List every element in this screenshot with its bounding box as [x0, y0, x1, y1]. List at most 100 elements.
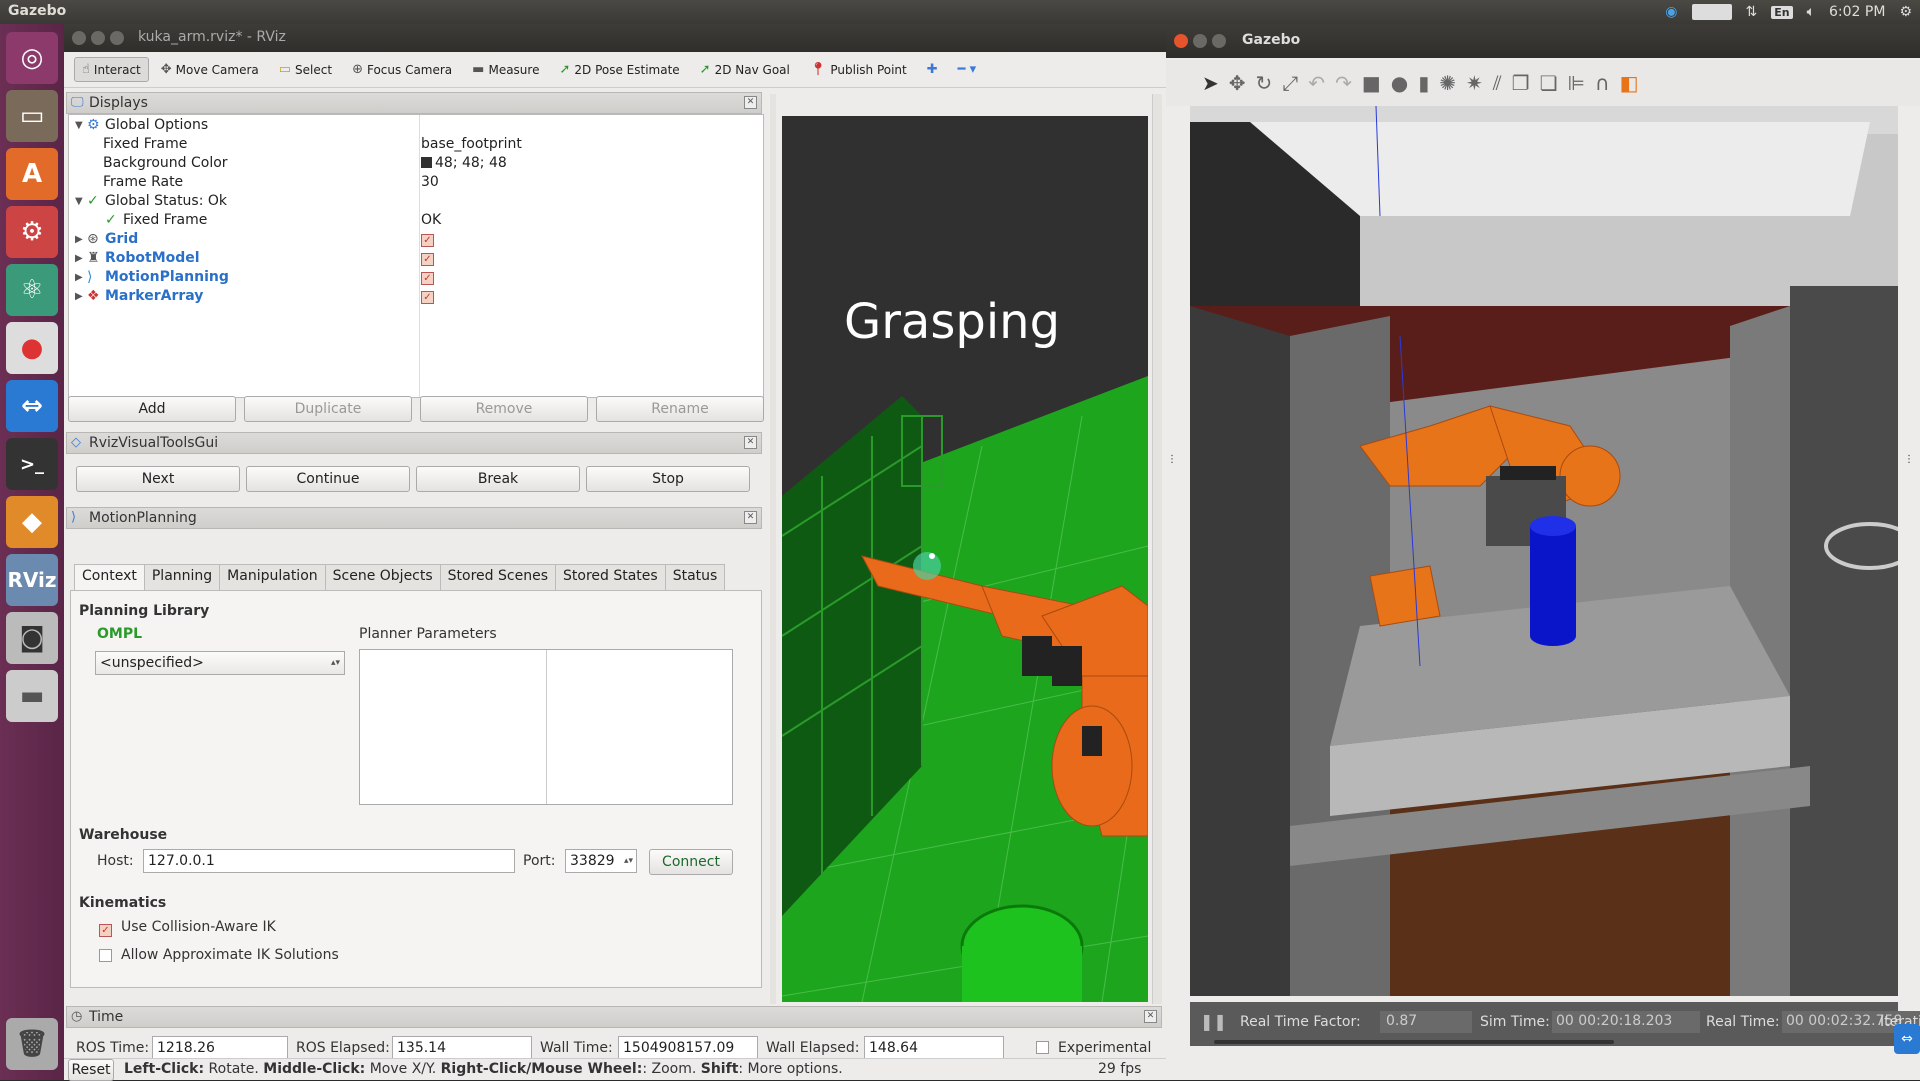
expand-arrow-icon[interactable]: ▶ — [75, 272, 83, 283]
gazebo-titlebar[interactable]: Gazebo — [1166, 24, 1920, 58]
paste-icon[interactable]: ❏ — [1540, 71, 1558, 95]
left-collapse-handle[interactable]: ⋮ — [1167, 454, 1181, 484]
next-button[interactable]: Next — [76, 466, 240, 492]
view-angle-icon[interactable]: ◧ — [1620, 71, 1639, 95]
redo-icon[interactable]: ↷ — [1335, 71, 1352, 95]
move-camera-tool[interactable]: ✥ Move Camera — [153, 57, 267, 82]
copy-icon[interactable]: ❐ — [1512, 71, 1530, 95]
pose-estimate-tool[interactable]: ➚ 2D Pose Estimate — [551, 57, 687, 82]
tab-context[interactable]: Context — [74, 564, 145, 592]
trash-icon[interactable]: 🗑︎ — [6, 1018, 58, 1070]
battery-icon[interactable] — [1691, 4, 1732, 20]
approx-ik-checkbox[interactable] — [99, 949, 112, 966]
right-collapse-handle[interactable]: ⋮ — [1904, 454, 1918, 484]
gear-icon[interactable]: ⚙ — [1899, 4, 1912, 20]
teamviewer-float-icon[interactable]: ⇔ — [1894, 1024, 1920, 1054]
tab-scene-objects[interactable]: Scene Objects — [324, 564, 441, 590]
rviz-titlebar[interactable]: kuka_arm.rviz* - RViz — [64, 24, 1166, 52]
wall-time-field[interactable]: 1504908157.09 — [618, 1036, 758, 1060]
scale-icon[interactable]: ⤢ — [1282, 71, 1298, 95]
tab-stored-scenes[interactable]: Stored Scenes — [439, 564, 556, 590]
connect-button[interactable]: Connect — [649, 849, 733, 875]
reset-button[interactable]: Reset — [68, 1059, 114, 1081]
rviz-icon[interactable]: RViz — [6, 554, 58, 606]
snap-icon[interactable]: ∩ — [1595, 71, 1610, 95]
tab-planning[interactable]: Planning — [143, 564, 221, 590]
tree-row-robot-model[interactable]: ▶ ♜ RobotModel ✓ — [69, 250, 763, 269]
teamviewer-tray-icon[interactable]: ◉ — [1665, 4, 1677, 20]
close-panel-icon[interactable]: ✕ — [1144, 1010, 1157, 1023]
ros-time-field[interactable]: 1218.26 — [152, 1036, 288, 1060]
ros-elapsed-field[interactable]: 135.14 — [392, 1036, 532, 1060]
expand-arrow-icon[interactable]: ▼ — [75, 196, 83, 207]
tree-row-fixed-frame[interactable]: Fixed Frame base_footprint — [69, 136, 763, 155]
close-panel-icon[interactable]: ✕ — [744, 96, 757, 109]
host-input[interactable]: 127.0.0.1 — [143, 849, 515, 873]
close-panel-icon[interactable]: ✕ — [744, 436, 757, 449]
select-tool[interactable]: ▭ Select — [271, 57, 340, 82]
sphere-icon[interactable]: ● — [1391, 71, 1408, 95]
enable-checkbox[interactable]: ✓ — [421, 288, 434, 304]
planner-parameters-table[interactable] — [359, 649, 733, 805]
rotate-icon[interactable]: ↻ — [1256, 71, 1273, 95]
expand-arrow-icon[interactable]: ▶ — [75, 291, 83, 302]
focus-camera-tool[interactable]: ⊕ Focus Camera — [344, 57, 460, 82]
screenshot-icon[interactable]: ◙ — [6, 612, 58, 664]
box-icon[interactable]: ■ — [1362, 71, 1381, 95]
publish-point-tool[interactable]: 📍︎ Publish Point — [802, 57, 915, 82]
rviz-3d-viewport[interactable]: Grasping — [782, 116, 1148, 1002]
cylinder-icon[interactable]: ▮ — [1418, 71, 1429, 95]
tab-status[interactable]: Status — [664, 564, 726, 590]
remove-display-button[interactable]: Remove — [420, 396, 588, 422]
minimize-icon[interactable] — [1193, 34, 1207, 48]
panel-splitter[interactable] — [770, 94, 776, 1004]
remove-tool-button[interactable]: ━ ▾ — [950, 57, 984, 82]
close-icon[interactable] — [72, 31, 86, 45]
enable-checkbox[interactable]: ✓ — [421, 250, 434, 266]
software-center-icon[interactable]: A — [6, 148, 58, 200]
maximize-icon[interactable] — [1212, 34, 1226, 48]
tree-row-global-options[interactable]: ▼ ⚙ Global Options — [69, 117, 763, 136]
horizontal-scrollbar[interactable] — [1214, 1040, 1614, 1044]
point-light-icon[interactable]: ✺ — [1439, 71, 1456, 95]
enable-checkbox[interactable]: ✓ — [421, 269, 434, 285]
chrome-icon[interactable]: ● — [6, 322, 58, 374]
expand-arrow-icon[interactable]: ▶ — [75, 234, 83, 245]
experimental-checkbox[interactable] — [1036, 1041, 1049, 1058]
maximize-icon[interactable] — [110, 31, 124, 45]
spin-arrows-icon[interactable]: ▴▾ — [624, 850, 633, 872]
teamviewer-icon[interactable]: ⇔ — [6, 380, 58, 432]
port-input[interactable]: 33829 ▴▾ — [565, 849, 637, 873]
wall-elapsed-field[interactable]: 148.64 — [864, 1036, 1004, 1060]
tree-row-frame-rate[interactable]: Frame Rate 30 — [69, 174, 763, 193]
align-icon[interactable]: ⊫ — [1568, 71, 1585, 95]
directional-light-icon[interactable]: ⫽ — [1493, 71, 1502, 95]
nav-goal-tool[interactable]: ➚ 2D Nav Goal — [692, 57, 798, 82]
minimize-icon[interactable] — [91, 31, 105, 45]
break-button[interactable]: Break — [416, 466, 580, 492]
add-display-button[interactable]: Add — [68, 396, 236, 422]
expand-arrow-icon[interactable]: ▶ — [75, 253, 83, 264]
expand-arrow-icon[interactable]: ▼ — [75, 120, 83, 131]
tree-row-fixed-frame-status[interactable]: ✓ Fixed Frame OK — [69, 212, 763, 231]
files-icon[interactable]: ▭ — [6, 90, 58, 142]
duplicate-display-button[interactable]: Duplicate — [244, 396, 412, 422]
tab-stored-states[interactable]: Stored States — [555, 564, 666, 590]
drive-icon[interactable]: ▬ — [6, 670, 58, 722]
sublime-text-icon[interactable]: ◆ — [6, 496, 58, 548]
pause-icon[interactable]: ❚❚ — [1200, 1012, 1227, 1031]
atom-icon[interactable]: ⚛ — [6, 264, 58, 316]
network-icon[interactable]: ⇅ — [1746, 4, 1758, 20]
stop-button[interactable]: Stop — [586, 466, 750, 492]
tree-row-background-color[interactable]: Background Color 48; 48; 48 — [69, 155, 763, 174]
tree-row-global-status[interactable]: ▼ ✓ Global Status: Ok — [69, 193, 763, 212]
tree-row-marker-array[interactable]: ▶ ❖ MarkerArray ✓ — [69, 288, 763, 307]
close-panel-icon[interactable]: ✕ — [744, 511, 757, 524]
ubuntu-dash-icon[interactable]: ◎ — [6, 32, 58, 84]
gazebo-3d-viewport[interactable] — [1190, 106, 1898, 996]
volume-icon[interactable]: 🔈︎ — [1807, 4, 1815, 20]
system-settings-icon[interactable]: ⚙ — [6, 206, 58, 258]
collision-aware-checkbox[interactable]: ✓ — [99, 921, 112, 937]
tree-row-grid[interactable]: ▶ ⊛ Grid ✓ — [69, 231, 763, 250]
undo-icon[interactable]: ↶ — [1308, 71, 1325, 95]
